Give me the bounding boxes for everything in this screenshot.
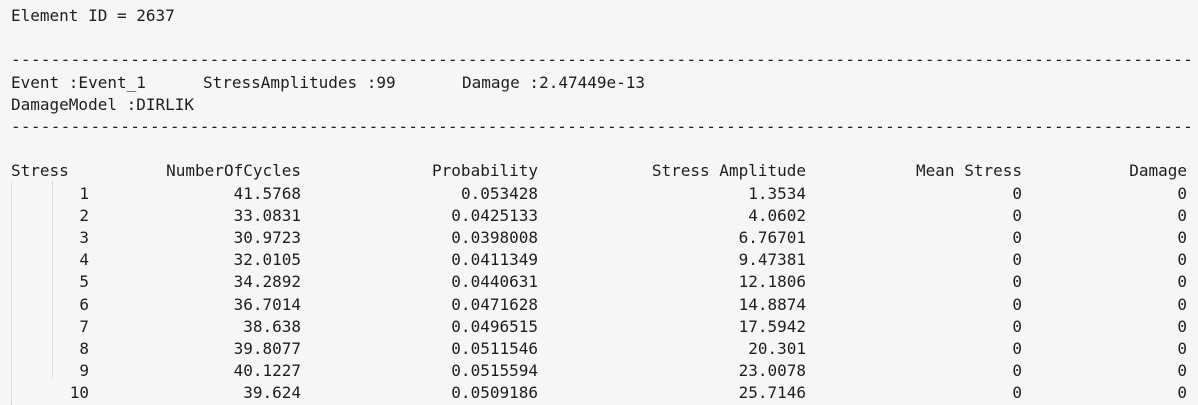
cell-number-of-cycles: 34.2892 — [233, 272, 301, 292]
cell-stress-amplitude: 23.0078 — [738, 361, 806, 381]
cell-mean-stress: 0 — [1012, 228, 1022, 247]
cell-stress-amplitude: 4.0602 — [748, 205, 806, 225]
table-header-row: Stress NumberOfCycles Probability Stress Am… — [11, 160, 1187, 182]
cell-stress: 5 — [79, 272, 89, 292]
cell-probability: 0.0411349 — [451, 250, 538, 270]
cell-mean-stress: 0 — [1012, 272, 1022, 292]
cell-number-of-cycles: 36.7014 — [233, 294, 301, 314]
cell-stress: 10 — [69, 383, 89, 403]
table-row: 2 33.0831 0.0425133 4.0602 0 0 — [11, 205, 1187, 227]
cell-number-of-cycles: 39.624 — [243, 383, 301, 403]
cell-number-of-cycles: 30.9723 — [233, 228, 301, 247]
cell-mean-stress: 0 — [1012, 383, 1022, 403]
cell-stress-amplitude: 9.47381 — [738, 250, 806, 270]
cell-mean-stress: 0 — [1012, 361, 1022, 381]
cell-mean-stress: 0 — [1012, 205, 1022, 225]
table-row: 7 38.638 0.0496515 17.5942 0 0 — [11, 316, 1187, 338]
damage-model-line: DamageModel :DIRLIK — [11, 94, 195, 114]
cell-stress: 8 — [79, 339, 89, 358]
cell-stress: 6 — [79, 294, 89, 314]
cell-damage: 0 — [1177, 339, 1187, 358]
table-row: 1 41.5768 0.053428 1.3534 0 0 — [11, 183, 1187, 205]
event-name: Event :Event_1 — [11, 72, 146, 92]
table-row: 4 32.0105 0.0411349 9.47381 0 0 — [11, 249, 1187, 271]
cell-stress-amplitude: 25.7146 — [738, 383, 806, 403]
cell-stress: 3 — [79, 228, 89, 247]
cell-stress-amplitude: 14.8874 — [738, 294, 806, 314]
cell-probability: 0.0440631 — [451, 272, 538, 292]
header-cell-damage: Damage — [1129, 161, 1187, 181]
event-info-line: Event :Event_1 StressAmplitudes :99 Dama… — [11, 72, 1191, 94]
table-row: 6 36.7014 0.0471628 14.8874 0 0 — [11, 294, 1187, 316]
cell-number-of-cycles: 39.8077 — [233, 339, 301, 358]
cell-mean-stress: 0 — [1012, 294, 1022, 314]
cell-damage: 0 — [1177, 205, 1187, 225]
cell-probability: 0.053428 — [460, 183, 538, 203]
cell-stress-amplitude: 6.76701 — [738, 228, 806, 247]
cell-mean-stress: 0 — [1012, 250, 1022, 270]
cell-damage: 0 — [1177, 250, 1187, 270]
header-cell-probability: Probability — [432, 161, 538, 181]
cell-probability: 0.0515594 — [451, 361, 538, 381]
cell-mean-stress: 0 — [1012, 316, 1022, 336]
table-row: 3 30.9723 0.0398008 6.76701 0 0 — [11, 227, 1187, 249]
separator-line-bottom: ----------------------------------------… — [11, 117, 1191, 136]
cell-damage: 0 — [1177, 272, 1187, 292]
cell-stress-amplitude: 20.301 — [748, 339, 806, 358]
cell-stress: 4 — [79, 250, 89, 270]
stress-amplitudes-count: StressAmplitudes :99 — [203, 72, 396, 92]
header-cell-stress: Stress — [11, 161, 69, 181]
cell-number-of-cycles: 33.0831 — [233, 205, 301, 225]
cell-probability: 0.0425133 — [451, 205, 538, 225]
element-id-line: Element ID = 2637 — [11, 6, 175, 25]
log-output-pane: Element ID = 2637 ----------------------… — [0, 0, 1198, 405]
table-row: 5 34.2892 0.0440631 12.1806 0 0 — [11, 271, 1187, 293]
separator-line-top: ----------------------------------------… — [11, 50, 1191, 70]
cell-probability: 0.0511546 — [451, 339, 538, 358]
cell-probability: 0.0509186 — [451, 383, 538, 403]
cell-damage: 0 — [1177, 316, 1187, 336]
cell-mean-stress: 0 — [1012, 183, 1022, 203]
cell-damage: 0 — [1177, 383, 1187, 403]
header-cell-mean-stress: Mean Stress — [916, 161, 1022, 181]
cell-stress: 9 — [79, 361, 89, 381]
cell-damage: 0 — [1177, 183, 1187, 203]
table-row: 8 39.8077 0.0511546 20.301 0 0 — [11, 338, 1187, 360]
header-cell-stress-amplitude: Stress Amplitude — [651, 161, 806, 181]
cell-stress: 1 — [79, 183, 89, 203]
cell-probability: 0.0471628 — [451, 294, 538, 314]
cell-stress-amplitude: 12.1806 — [738, 272, 806, 292]
cell-stress-amplitude: 17.5942 — [738, 316, 806, 336]
cell-stress-amplitude: 1.3534 — [748, 183, 806, 203]
indent-guide-inner — [52, 182, 53, 378]
cell-damage: 0 — [1177, 361, 1187, 381]
cell-damage: 0 — [1177, 294, 1187, 314]
cell-stress: 7 — [79, 316, 89, 336]
cell-mean-stress: 0 — [1012, 339, 1022, 358]
cell-number-of-cycles: 40.1227 — [233, 361, 301, 381]
event-damage-total: Damage :2.47449e-13 — [462, 72, 646, 92]
cell-damage: 0 — [1177, 228, 1187, 247]
cell-probability: 0.0398008 — [451, 228, 538, 247]
indent-guide-outer — [11, 182, 12, 405]
cell-number-of-cycles: 32.0105 — [233, 250, 301, 270]
cell-number-of-cycles: 41.5768 — [233, 183, 301, 203]
cell-stress: 2 — [79, 205, 89, 225]
table-row: 9 40.1227 0.0515594 23.0078 0 0 — [11, 360, 1187, 382]
table-row: 10 39.624 0.0509186 25.7146 0 0 — [11, 382, 1187, 404]
header-cell-number-of-cycles: NumberOfCycles — [166, 161, 301, 181]
cell-probability: 0.0496515 — [451, 316, 538, 336]
cell-number-of-cycles: 38.638 — [243, 316, 301, 336]
